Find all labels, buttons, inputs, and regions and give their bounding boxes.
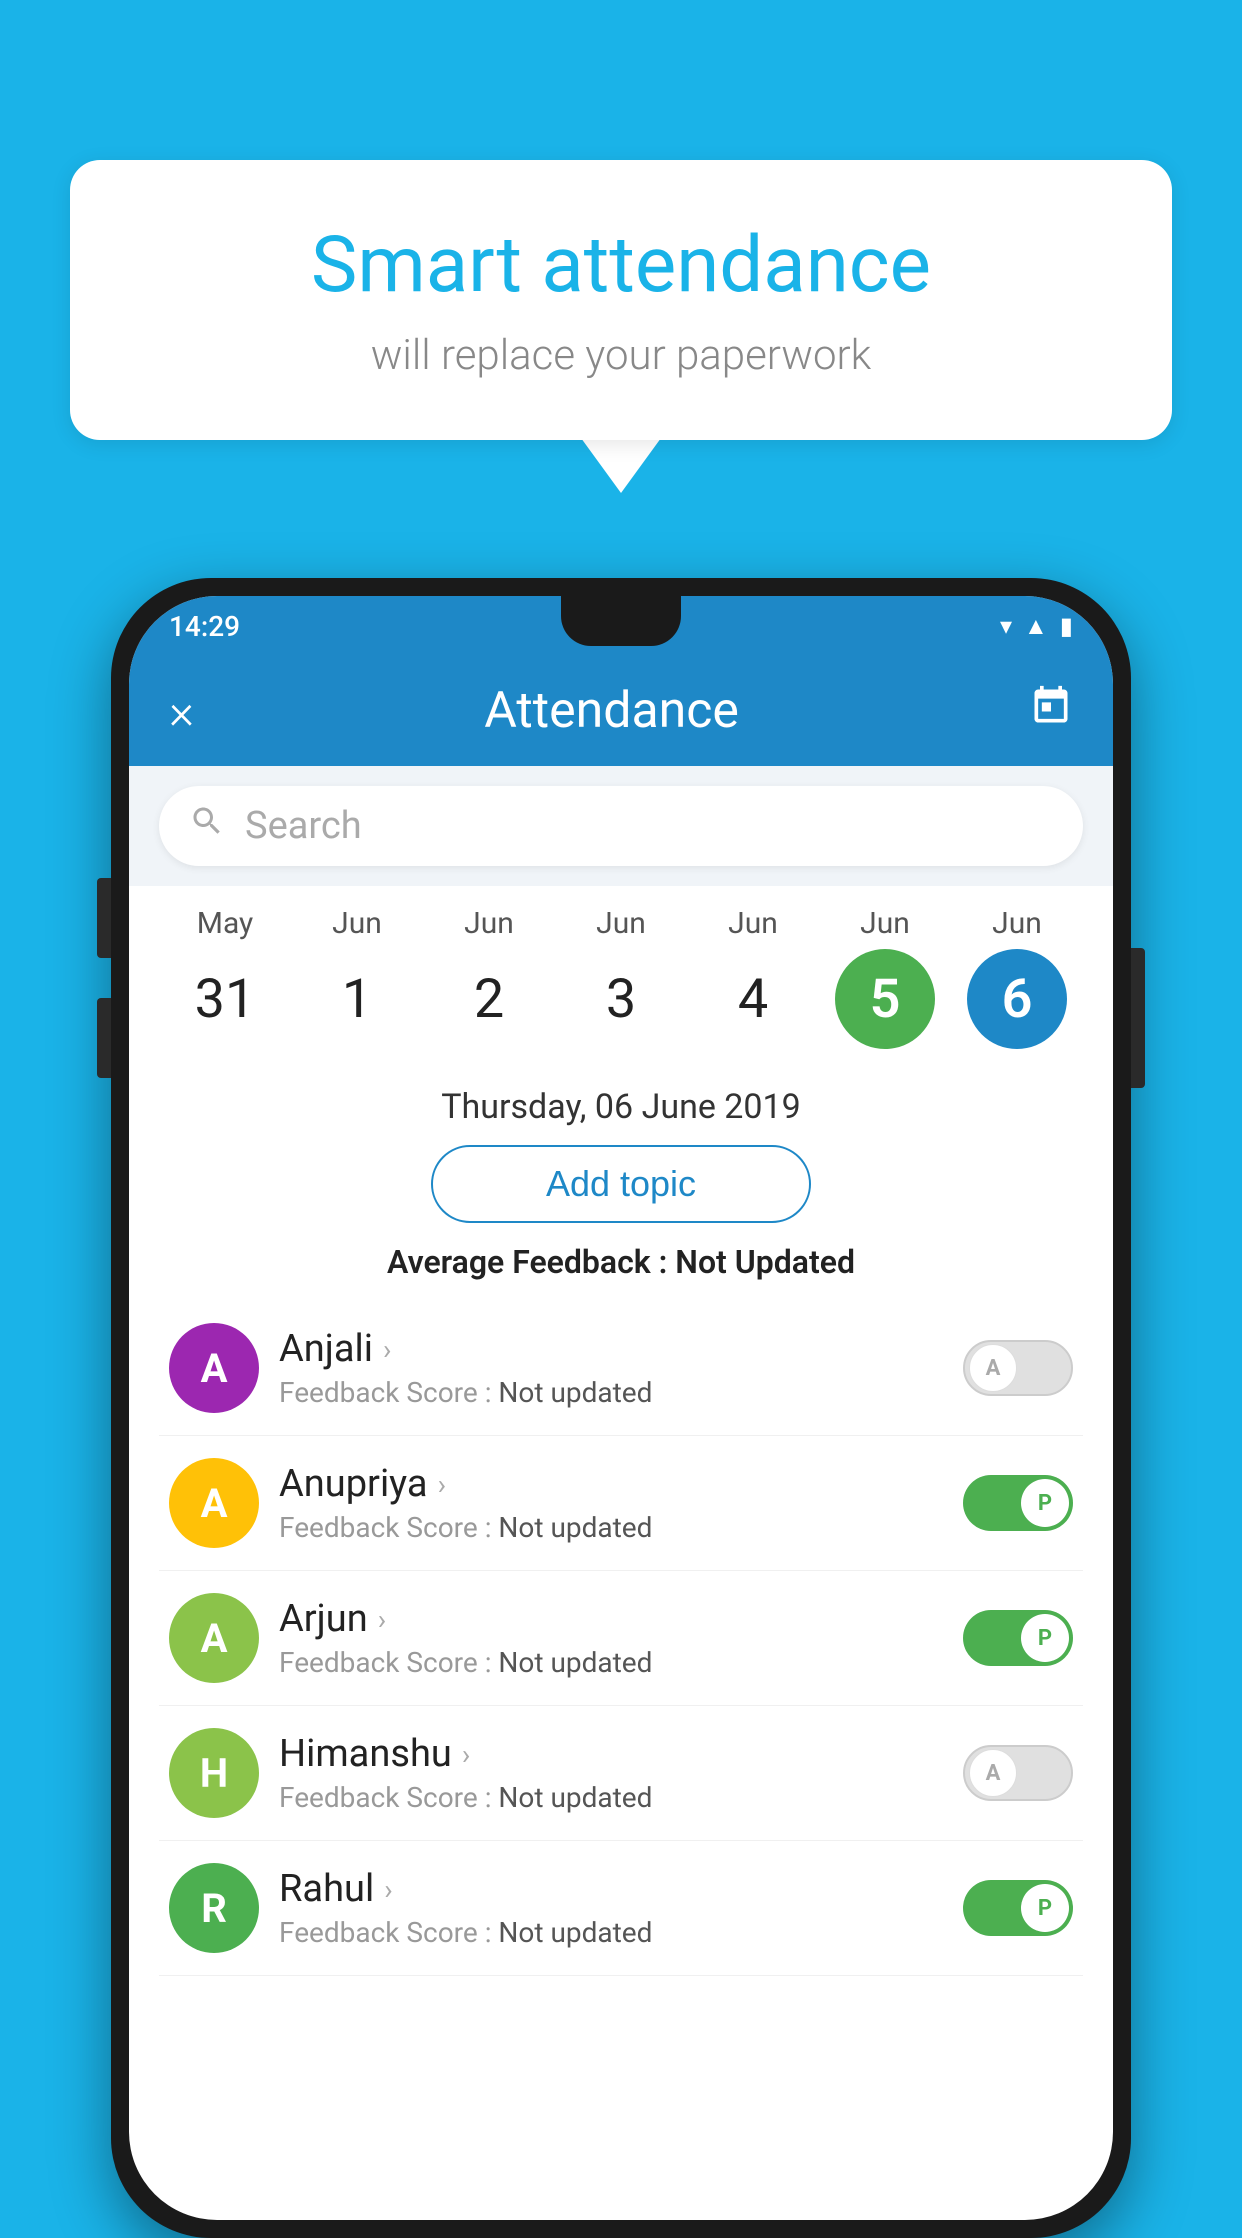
date-month-4: Jun bbox=[728, 906, 778, 941]
toggle-thumb-2: P bbox=[1021, 1614, 1069, 1662]
student-item-2[interactable]: A Arjun › Feedback Score : Not updated P bbox=[159, 1571, 1083, 1706]
student-info-1: Anupriya › Feedback Score : Not updated bbox=[279, 1462, 943, 1544]
date-col-2[interactable]: Jun 2 bbox=[424, 906, 554, 1049]
student-toggle-3[interactable]: A bbox=[963, 1745, 1073, 1801]
student-toggle-4[interactable]: P bbox=[963, 1880, 1073, 1936]
date-num-1[interactable]: 1 bbox=[307, 949, 407, 1049]
student-name-0: Anjali › bbox=[279, 1327, 943, 1371]
date-month-1: Jun bbox=[332, 906, 382, 941]
date-month-6: Jun bbox=[992, 906, 1042, 941]
student-toggle-2[interactable]: P bbox=[963, 1610, 1073, 1666]
phone-frame: 14:29 ▾ ▲ ▮ × Attendance bbox=[111, 578, 1131, 2238]
chevron-icon-2: › bbox=[378, 1603, 386, 1636]
student-toggle-0[interactable]: A bbox=[963, 1340, 1073, 1396]
avg-feedback-value: Not Updated bbox=[675, 1243, 855, 1281]
header-title: Attendance bbox=[484, 682, 739, 740]
date-strip: May 31 Jun 1 Jun 2 Jun 3 Jun 4 Jun 5 Jun 6 bbox=[129, 886, 1113, 1059]
date-num-4[interactable]: 4 bbox=[703, 949, 803, 1049]
student-toggle-1[interactable]: P bbox=[963, 1475, 1073, 1531]
student-item-0[interactable]: A Anjali › Feedback Score : Not updated A bbox=[159, 1301, 1083, 1436]
student-feedback-1: Feedback Score : Not updated bbox=[279, 1511, 943, 1544]
date-month-5: Jun bbox=[860, 906, 910, 941]
battery-icon: ▮ bbox=[1060, 612, 1073, 640]
status-bar: 14:29 ▾ ▲ ▮ bbox=[129, 596, 1113, 656]
phone-screen: 14:29 ▾ ▲ ▮ × Attendance bbox=[129, 596, 1113, 2220]
avg-feedback-label: Average Feedback : bbox=[387, 1243, 667, 1281]
search-bar[interactable]: Search bbox=[159, 786, 1083, 866]
chevron-icon-3: › bbox=[462, 1738, 470, 1771]
search-container: Search bbox=[129, 766, 1113, 886]
student-feedback-3: Feedback Score : Not updated bbox=[279, 1781, 943, 1814]
search-placeholder: Search bbox=[245, 804, 362, 848]
speech-bubble-subtitle: will replace your paperwork bbox=[150, 331, 1092, 380]
student-item-3[interactable]: H Himanshu › Feedback Score : Not updated A bbox=[159, 1706, 1083, 1841]
app-header: × Attendance bbox=[129, 656, 1113, 766]
date-col-3[interactable]: Jun 3 bbox=[556, 906, 686, 1049]
student-avatar-1: A bbox=[169, 1458, 259, 1548]
toggle-thumb-4: P bbox=[1021, 1884, 1069, 1932]
student-info-3: Himanshu › Feedback Score : Not updated bbox=[279, 1732, 943, 1814]
date-num-5[interactable]: 5 bbox=[835, 949, 935, 1049]
student-avatar-3: H bbox=[169, 1728, 259, 1818]
status-icons: ▾ ▲ ▮ bbox=[1000, 612, 1073, 641]
power-button bbox=[1131, 948, 1145, 1088]
close-button[interactable]: × bbox=[169, 683, 194, 740]
date-num-2[interactable]: 2 bbox=[439, 949, 539, 1049]
signal-icon: ▲ bbox=[1024, 612, 1048, 641]
camera-notch bbox=[561, 596, 681, 646]
main-content: Thursday, 06 June 2019 Add topic Average… bbox=[129, 1059, 1113, 1996]
date-col-0[interactable]: May 31 bbox=[160, 906, 290, 1049]
selected-date-label: Thursday, 06 June 2019 bbox=[159, 1087, 1083, 1127]
student-name-3: Himanshu › bbox=[279, 1732, 943, 1776]
avg-feedback: Average Feedback : Not Updated bbox=[159, 1243, 1083, 1281]
chevron-icon-4: › bbox=[384, 1873, 392, 1906]
search-icon bbox=[189, 803, 225, 849]
date-num-0[interactable]: 31 bbox=[175, 949, 275, 1049]
date-col-6[interactable]: Jun 6 bbox=[952, 906, 1082, 1049]
status-time: 14:29 bbox=[169, 610, 240, 643]
date-num-6[interactable]: 6 bbox=[967, 949, 1067, 1049]
student-name-2: Arjun › bbox=[279, 1597, 943, 1641]
chevron-icon-1: › bbox=[438, 1468, 446, 1501]
add-topic-button[interactable]: Add topic bbox=[431, 1145, 811, 1223]
student-item-1[interactable]: A Anupriya › Feedback Score : Not updated P bbox=[159, 1436, 1083, 1571]
speech-bubble: Smart attendance will replace your paper… bbox=[70, 160, 1172, 440]
student-avatar-0: A bbox=[169, 1323, 259, 1413]
student-list: AAnjali ›Feedback Score : Not updatedAAA… bbox=[159, 1301, 1083, 1976]
wifi-icon: ▾ bbox=[1000, 612, 1012, 640]
speech-bubble-tail bbox=[581, 438, 661, 493]
student-item-4[interactable]: R Rahul › Feedback Score : Not updated P bbox=[159, 1841, 1083, 1976]
speech-bubble-title: Smart attendance bbox=[150, 220, 1092, 311]
date-col-5[interactable]: Jun 5 bbox=[820, 906, 950, 1049]
date-num-3[interactable]: 3 bbox=[571, 949, 671, 1049]
student-avatar-2: A bbox=[169, 1593, 259, 1683]
student-name-4: Rahul › bbox=[279, 1867, 943, 1911]
date-month-3: Jun bbox=[596, 906, 646, 941]
toggle-thumb-0: A bbox=[969, 1344, 1017, 1392]
student-info-0: Anjali › Feedback Score : Not updated bbox=[279, 1327, 943, 1409]
volume-up-button bbox=[97, 878, 111, 958]
chevron-icon-0: › bbox=[383, 1333, 391, 1366]
date-month-0: May bbox=[197, 906, 253, 941]
student-avatar-4: R bbox=[169, 1863, 259, 1953]
student-info-2: Arjun › Feedback Score : Not updated bbox=[279, 1597, 943, 1679]
volume-down-button bbox=[97, 998, 111, 1078]
student-name-1: Anupriya › bbox=[279, 1462, 943, 1506]
student-feedback-0: Feedback Score : Not updated bbox=[279, 1376, 943, 1409]
date-col-4[interactable]: Jun 4 bbox=[688, 906, 818, 1049]
date-month-2: Jun bbox=[464, 906, 514, 941]
student-feedback-4: Feedback Score : Not updated bbox=[279, 1916, 943, 1949]
calendar-icon[interactable] bbox=[1029, 684, 1073, 738]
speech-bubble-container: Smart attendance will replace your paper… bbox=[70, 160, 1172, 493]
toggle-thumb-3: A bbox=[969, 1749, 1017, 1797]
student-info-4: Rahul › Feedback Score : Not updated bbox=[279, 1867, 943, 1949]
toggle-thumb-1: P bbox=[1021, 1479, 1069, 1527]
date-col-1[interactable]: Jun 1 bbox=[292, 906, 422, 1049]
student-feedback-2: Feedback Score : Not updated bbox=[279, 1646, 943, 1679]
